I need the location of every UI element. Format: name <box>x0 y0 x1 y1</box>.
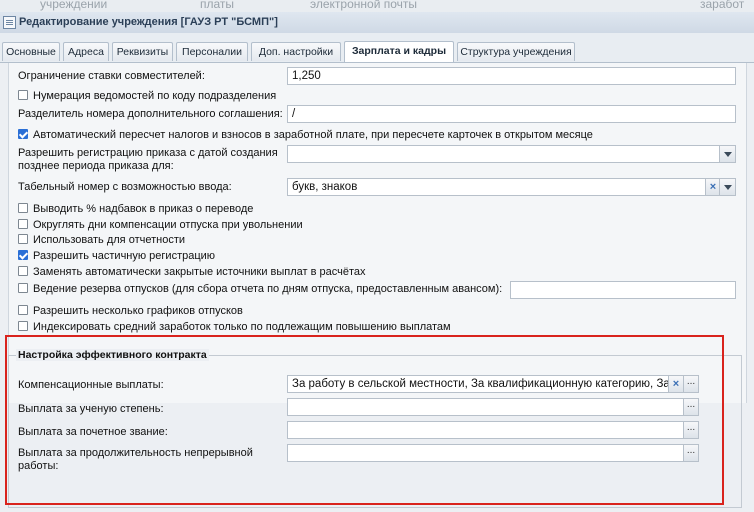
tab-addresses[interactable]: Адреса <box>63 42 109 61</box>
checkbox-row-3[interactable]: Использовать для отчетности <box>18 234 185 246</box>
checkbox-label-2: Округлять дни компенсации отпуска при ув… <box>33 219 303 231</box>
limit-label: Ограничение ставки совместителей: <box>18 70 205 82</box>
tab-bar: Основные Адреса Реквизиты Персоналии Доп… <box>0 33 754 63</box>
checkbox-6[interactable] <box>18 283 28 293</box>
vacation-reserve-input[interactable] <box>510 281 736 299</box>
tabnum-value: букв, знаков <box>292 181 358 193</box>
separator-input[interactable]: / <box>287 105 736 123</box>
recalc-label: Автоматический пересчет налогов и взносо… <box>33 129 593 141</box>
window-title: Редактирование учреждения [ГАУЗ РТ "БСМП… <box>19 16 278 28</box>
recalc-checkbox[interactable] <box>18 129 28 139</box>
bg-text-4: заработ <box>700 0 745 11</box>
checkbox-2[interactable] <box>18 219 28 229</box>
clear-icon[interactable]: × <box>705 179 720 195</box>
checkbox-label-8: Индексировать средний заработок только п… <box>33 321 451 333</box>
checkbox-4[interactable] <box>18 250 28 260</box>
tab-salary-personnel[interactable]: Зарплата и кадры <box>344 41 454 62</box>
checkbox-5[interactable] <box>18 266 28 276</box>
checkbox-row-8[interactable]: Индексировать средний заработок только п… <box>18 321 451 333</box>
bg-text-3: электронной почты <box>310 0 418 11</box>
checkbox-1[interactable] <box>18 203 28 213</box>
checkbox-row-1[interactable]: Выводить % надбавок в приказ о переводе <box>18 203 253 215</box>
checkbox-label-4: Разрешить частичную регистрацию <box>33 250 216 262</box>
tabnum-label: Табельный номер с возможностью ввода: <box>18 181 232 193</box>
checkbox-label-5: Заменять автоматически закрытые источник… <box>33 266 366 278</box>
checkbox-label-1: Выводить % надбавок в приказ о переводе <box>33 203 254 215</box>
checkbox-row-4[interactable]: Разрешить частичную регистрацию <box>18 250 215 262</box>
highlight-annotation-box <box>5 335 724 505</box>
recalc-checkbox-row[interactable]: Автоматический пересчет налогов и взносо… <box>18 129 593 141</box>
checkbox-row-5[interactable]: Заменять автоматически закрытые источник… <box>18 266 366 278</box>
checkbox-label-6: Ведение резерва отпусков (для сбора отче… <box>33 283 503 295</box>
tabnum-select[interactable]: букв, знаков × <box>287 178 736 196</box>
numbering-checkbox[interactable] <box>18 90 28 100</box>
background-window-strip: учреждении платы электронной почты зараб… <box>0 0 754 12</box>
window-titlebar[interactable]: Редактирование учреждения [ГАУЗ РТ "БСМП… <box>0 12 754 34</box>
checkbox-8[interactable] <box>18 321 28 331</box>
allow-registration-label-1: Разрешить регистрацию приказа с датой со… <box>18 147 278 159</box>
checkbox-row-6[interactable]: Ведение резерва отпусков (для сбора отче… <box>18 283 502 295</box>
tab-structure[interactable]: Структура учреждения <box>457 42 575 61</box>
tab-extra-settings[interactable]: Доп. настройки <box>251 42 341 61</box>
numbering-checkbox-row[interactable]: Нумерация ведомостей по коду подразделен… <box>18 90 276 102</box>
numbering-label: Нумерация ведомостей по коду подразделен… <box>33 90 277 102</box>
checkbox-3[interactable] <box>18 234 28 244</box>
chevron-down-icon[interactable] <box>719 146 735 162</box>
tab-personalia[interactable]: Персоналии <box>176 42 248 61</box>
checkbox-label-3: Использовать для отчетности <box>33 234 186 246</box>
checkbox-row-2[interactable]: Округлять дни компенсации отпуска при ув… <box>18 219 303 231</box>
checkbox-label-7: Разрешить несколько графиков отпусков <box>33 305 243 317</box>
allow-registration-label-2: позднее периода приказа для: <box>18 160 174 172</box>
bg-text-1: учреждении <box>40 0 108 11</box>
bg-text-2: платы <box>200 0 235 11</box>
separator-label: Разделитель номера дополнительного согла… <box>18 108 283 120</box>
allow-registration-select[interactable] <box>287 145 736 163</box>
chevron-down-icon[interactable] <box>719 179 735 195</box>
checkbox-row-7[interactable]: Разрешить несколько графиков отпусков <box>18 305 243 317</box>
tab-requisites[interactable]: Реквизиты <box>112 42 173 61</box>
limit-input[interactable]: 1,250 <box>287 67 736 85</box>
tab-main[interactable]: Основные <box>2 42 60 61</box>
checkbox-7[interactable] <box>18 305 28 315</box>
window-icon <box>3 16 16 29</box>
